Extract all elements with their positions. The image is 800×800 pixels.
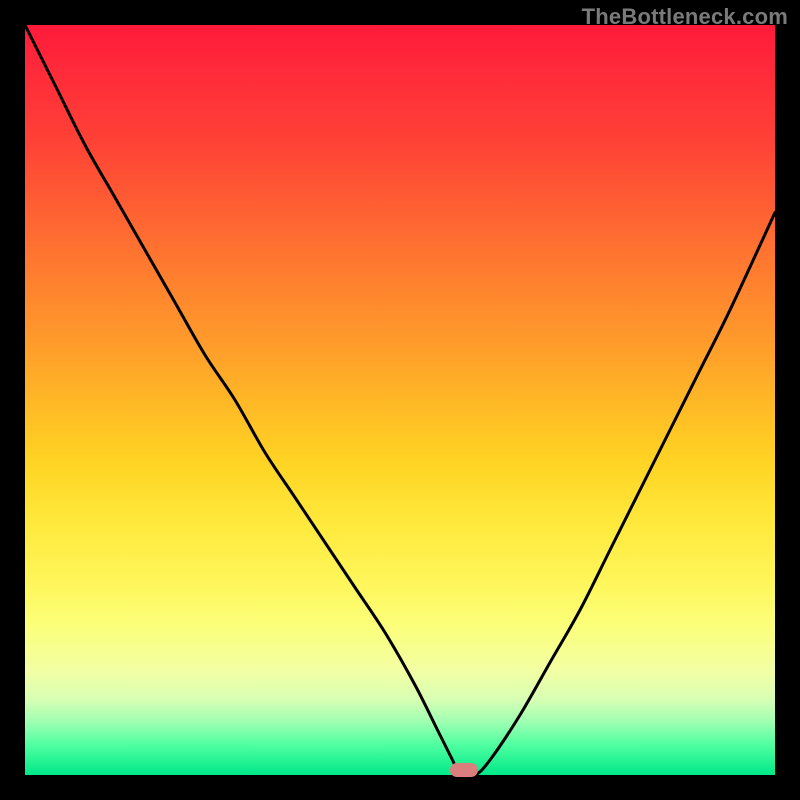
plot-area [25,25,775,775]
bottleneck-curve [25,25,775,775]
chart-stage: TheBottleneck.com [0,0,800,800]
optimal-marker [450,763,478,777]
